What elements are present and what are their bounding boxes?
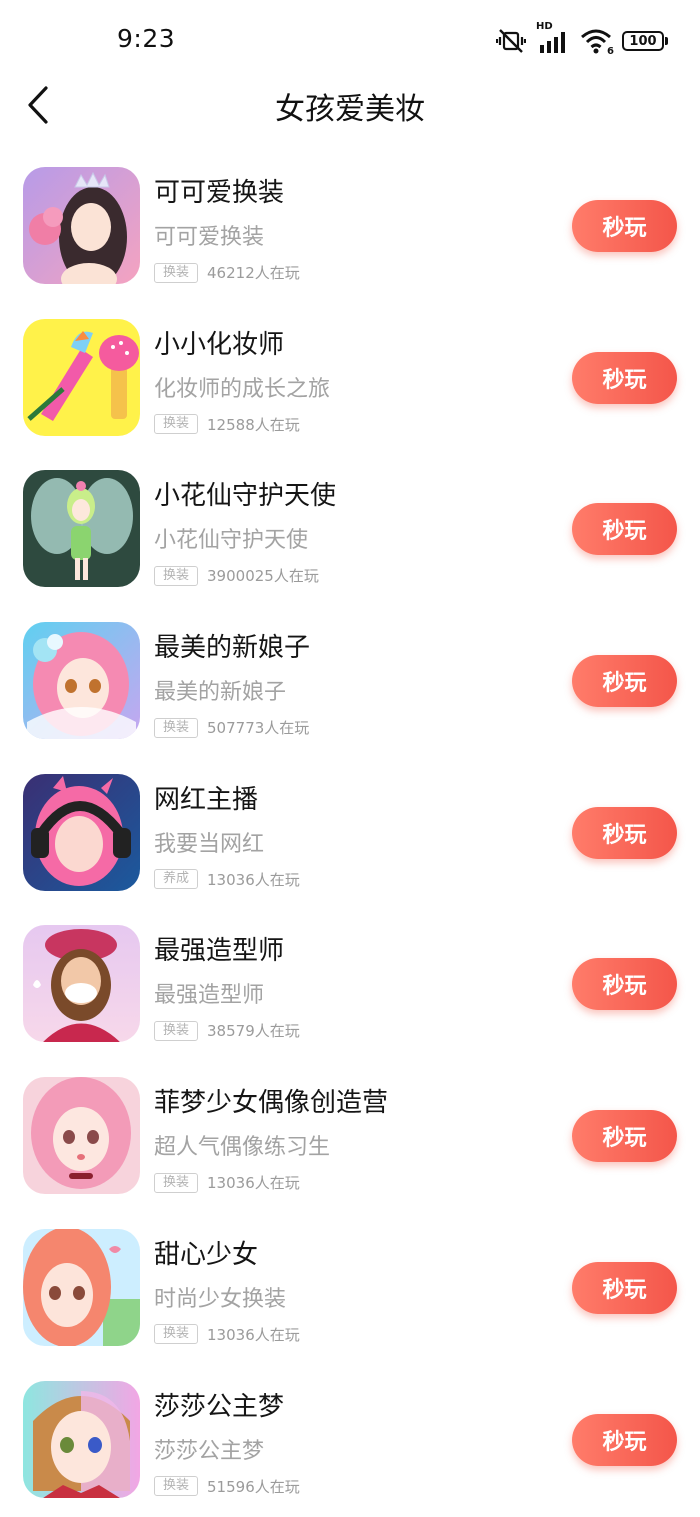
game-meta: 换装 38579人在玩 (154, 1020, 300, 1041)
princess-dream-icon[interactable] (23, 1381, 140, 1498)
player-count: 12588人在玩 (207, 414, 300, 435)
game-tag: 养成 (154, 869, 198, 889)
game-tag: 换装 (154, 1021, 198, 1041)
player-count: 507773人在玩 (207, 717, 309, 738)
game-name: 菲梦少女偶像创造营 (154, 1082, 388, 1119)
play-button[interactable]: 秒玩 (572, 200, 677, 252)
page-title: 女孩爱美妆 (0, 84, 700, 128)
player-count: 51596人在玩 (207, 1476, 300, 1497)
play-button[interactable]: 秒玩 (572, 1414, 677, 1466)
play-button[interactable]: 秒玩 (572, 655, 677, 707)
play-button[interactable]: 秒玩 (572, 807, 677, 859)
cellular-signal-icon: HD (536, 27, 570, 55)
game-name: 小花仙守护天使 (154, 475, 336, 512)
game-name: 甜心少女 (154, 1234, 258, 1271)
play-button[interactable]: 秒玩 (572, 503, 677, 555)
game-name: 莎莎公主梦 (154, 1386, 284, 1423)
player-count: 13036人在玩 (207, 1324, 300, 1345)
status-icons: HD 6 100 (496, 26, 668, 56)
list-item[interactable]: 可可爱换装 可可爱换装 换装 46212人在玩 秒玩 (0, 152, 700, 304)
game-desc: 时尚少女换装 (154, 1281, 286, 1313)
game-desc: 最强造型师 (154, 977, 264, 1009)
game-tag: 换装 (154, 718, 198, 738)
game-meta: 换装 51596人在玩 (154, 1476, 300, 1497)
nav-bar: 女孩爱美妆 (0, 80, 700, 130)
princess-dressup-icon[interactable] (23, 167, 140, 284)
play-button[interactable]: 秒玩 (572, 1110, 677, 1162)
status-bar: 9:23 HD 6 (0, 0, 700, 80)
wifi-icon: 6 (580, 27, 612, 55)
player-count: 38579人在玩 (207, 1020, 300, 1041)
game-name: 最美的新娘子 (154, 627, 310, 664)
list-item[interactable]: 菲梦少女偶像创造营 超人气偶像练习生 换装 13036人在玩 秒玩 (0, 1062, 700, 1214)
player-count: 13036人在玩 (207, 869, 300, 890)
game-name: 最强造型师 (154, 930, 284, 967)
list-item[interactable]: 小花仙守护天使 小花仙守护天使 换装 3900025人在玩 秒玩 (0, 455, 700, 607)
game-desc: 超人气偶像练习生 (154, 1129, 330, 1161)
sweet-girl-icon[interactable] (23, 1229, 140, 1346)
list-item[interactable]: 莎莎公主梦 莎莎公主梦 换装 51596人在玩 秒玩 (0, 1366, 700, 1517)
lipstick-brush-icon[interactable] (23, 319, 140, 436)
game-meta: 养成 13036人在玩 (154, 869, 300, 890)
battery-icon: 100 (622, 31, 668, 51)
streamer-headphones-icon[interactable] (23, 774, 140, 891)
game-tag: 换装 (154, 566, 198, 586)
fairy-icon[interactable] (23, 470, 140, 587)
game-tag: 换装 (154, 1476, 198, 1496)
list-item[interactable]: 小小化妆师 化妆师的成长之旅 换装 12588人在玩 秒玩 (0, 304, 700, 456)
player-count: 13036人在玩 (207, 1172, 300, 1193)
list-item[interactable]: 甜心少女 时尚少女换装 换装 13036人在玩 秒玩 (0, 1214, 700, 1366)
game-desc: 最美的新娘子 (154, 674, 286, 706)
game-name: 可可爱换装 (154, 172, 284, 209)
bride-icon[interactable] (23, 622, 140, 739)
list-item[interactable]: 最美的新娘子 最美的新娘子 换装 507773人在玩 秒玩 (0, 607, 700, 759)
game-tag: 换装 (154, 1173, 198, 1193)
game-meta: 换装 12588人在玩 (154, 414, 300, 435)
game-tag: 换装 (154, 414, 198, 434)
game-meta: 换装 46212人在玩 (154, 262, 300, 283)
battery-level: 100 (622, 31, 664, 51)
game-tag: 换装 (154, 263, 198, 283)
wifi-version-label: 6 (607, 46, 614, 57)
game-name: 网红主播 (154, 779, 258, 816)
list-item[interactable]: 网红主播 我要当网红 养成 13036人在玩 秒玩 (0, 759, 700, 911)
game-meta: 换装 13036人在玩 (154, 1324, 300, 1345)
play-button[interactable]: 秒玩 (572, 352, 677, 404)
game-desc: 小花仙守护天使 (154, 522, 308, 554)
game-meta: 换装 3900025人在玩 (154, 565, 319, 586)
game-desc: 化妆师的成长之旅 (154, 371, 330, 403)
network-type-label: HD (536, 21, 553, 32)
play-button[interactable]: 秒玩 (572, 958, 677, 1010)
vibrate-silent-icon (496, 27, 526, 55)
idol-girl-icon[interactable] (23, 1077, 140, 1194)
stylist-mask-icon[interactable] (23, 925, 140, 1042)
player-count: 3900025人在玩 (207, 565, 319, 586)
game-tag: 换装 (154, 1324, 198, 1344)
game-name: 小小化妆师 (154, 324, 284, 361)
game-desc: 可可爱换装 (154, 219, 264, 251)
status-time: 9:23 (117, 24, 175, 53)
game-meta: 换装 507773人在玩 (154, 717, 309, 738)
game-list: 可可爱换装 可可爱换装 换装 46212人在玩 秒玩 小小化妆师 化妆师的成长之… (0, 152, 700, 1517)
game-desc: 莎莎公主梦 (154, 1433, 264, 1465)
list-item[interactable]: 最强造型师 最强造型师 换装 38579人在玩 秒玩 (0, 910, 700, 1062)
game-meta: 换装 13036人在玩 (154, 1172, 300, 1193)
play-button[interactable]: 秒玩 (572, 1262, 677, 1314)
game-desc: 我要当网红 (154, 826, 264, 858)
player-count: 46212人在玩 (207, 262, 300, 283)
